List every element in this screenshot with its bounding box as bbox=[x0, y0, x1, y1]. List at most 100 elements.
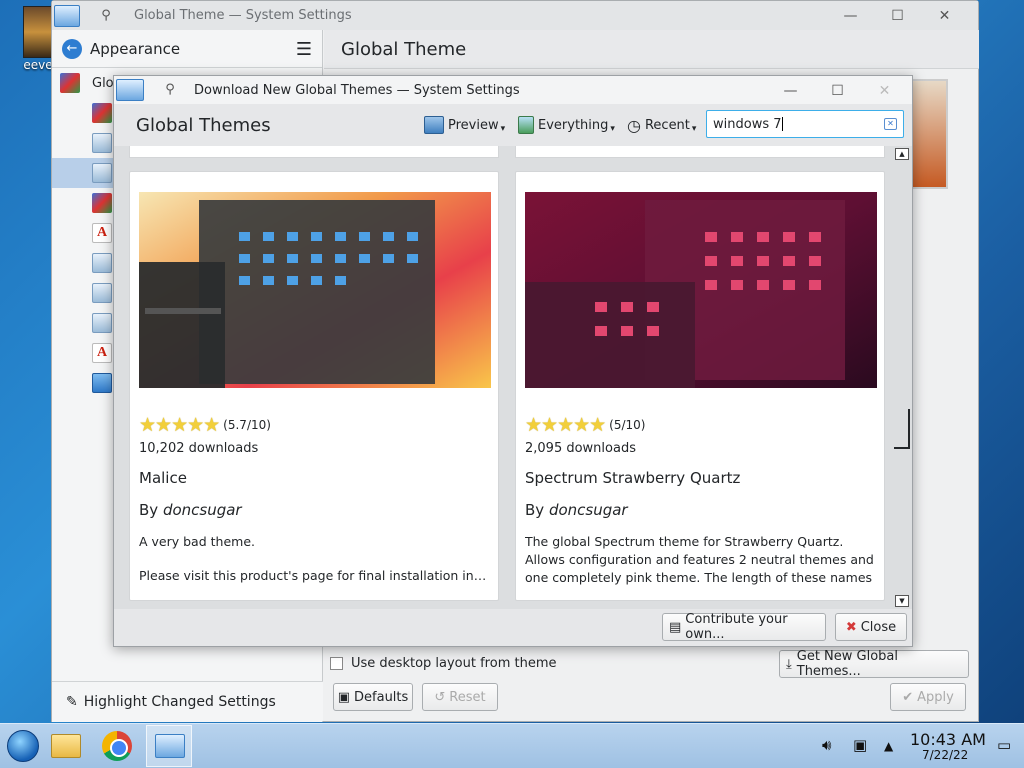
contribute-icon: ▤ bbox=[669, 619, 682, 635]
spectrum-screenshot[interactable] bbox=[525, 192, 877, 388]
get-new-themes-button[interactable]: ⤓ Get New Global Themes... bbox=[779, 649, 969, 679]
use-desktop-layout-checkbox[interactable]: Use desktop layout from theme bbox=[330, 656, 556, 671]
system-settings-icon bbox=[155, 734, 185, 758]
defaults-button[interactable]: ▣ Defaults bbox=[333, 683, 413, 711]
star-icon: ★★★★★ bbox=[525, 414, 606, 436]
reset-button[interactable]: ↺ Reset bbox=[422, 683, 498, 711]
eeve-icon bbox=[23, 6, 53, 58]
taskbar: 🔊︎ ▣ ▲ ▭ bbox=[0, 723, 1024, 768]
recent-dropdown[interactable]: ◷ Recent ▾ bbox=[627, 104, 696, 146]
scrollbar-handle[interactable] bbox=[894, 409, 910, 449]
highlight-changed-label: Highlight Changed Settings bbox=[83, 693, 276, 710]
malice-screenshot[interactable] bbox=[139, 192, 491, 388]
start-button[interactable] bbox=[0, 725, 46, 767]
checkbox-box[interactable] bbox=[330, 657, 343, 670]
rating: ★★★★★ (5.7/10) bbox=[139, 414, 271, 436]
highlight-changed-settings-button[interactable]: ✎ Highlight Changed Settings bbox=[52, 681, 323, 721]
dialog-title: Download New Global Themes — System Sett… bbox=[194, 82, 520, 98]
settings-icon bbox=[92, 313, 112, 333]
rating: ★★★★★ (5/10) bbox=[525, 414, 645, 436]
network-icon[interactable]: ▣ bbox=[853, 736, 867, 754]
search-value: windows 7 bbox=[713, 116, 782, 132]
show-desktop-icon[interactable]: ▭ bbox=[997, 736, 1011, 754]
by-label: By bbox=[139, 501, 163, 519]
chevron-down-icon: ▾ bbox=[500, 124, 506, 134]
theme-name[interactable]: Malice bbox=[139, 469, 187, 487]
main-window-title: Global Theme — System Settings bbox=[134, 8, 352, 23]
hamburger-menu-icon[interactable]: ☰ bbox=[296, 39, 312, 60]
settings-icon bbox=[92, 163, 112, 183]
dialog-close-footer-button[interactable]: ✖ Close bbox=[835, 613, 907, 641]
page-title: Global Theme bbox=[341, 39, 467, 60]
everything-dropdown[interactable]: Everything ▾ bbox=[518, 104, 615, 146]
scroll-down-arrow-icon[interactable]: ▼ bbox=[895, 595, 909, 607]
star-icon: ★★★★★ bbox=[139, 414, 220, 436]
dialog-minimize-button[interactable]: — bbox=[767, 83, 814, 99]
settings-icon bbox=[92, 253, 112, 273]
theme-description: The global Spectrum theme for Strawberry… bbox=[525, 534, 874, 585]
theme-description-more: Please visit this product's page for fin… bbox=[139, 568, 491, 583]
reset-label: Reset bbox=[449, 689, 486, 705]
style-icon bbox=[92, 193, 112, 213]
windows-logo-icon bbox=[7, 730, 39, 762]
get-new-themes-label: Get New Global Themes... bbox=[796, 649, 899, 679]
sidebar-header: ← Appearance ☰ bbox=[52, 30, 322, 68]
contribute-label: Contribute your own... bbox=[685, 612, 788, 642]
search-input[interactable]: windows 7 ✕ bbox=[706, 110, 904, 138]
system-settings-icon[interactable] bbox=[116, 79, 144, 101]
use-desktop-layout-label: Use desktop layout from theme bbox=[351, 656, 557, 671]
preview-label: Preview bbox=[448, 117, 499, 133]
defaults-icon: ▣ bbox=[337, 689, 351, 705]
theme-list[interactable]: ★★★★★ (5.7/10) 10,202 downloads Malice B… bbox=[114, 146, 912, 609]
filter-icon bbox=[518, 116, 534, 134]
volume-icon[interactable]: 🔊︎ bbox=[822, 736, 831, 754]
clear-search-icon[interactable]: ✕ bbox=[884, 118, 897, 130]
preview-icon bbox=[424, 116, 444, 134]
close-label: Close bbox=[860, 619, 897, 635]
system-settings-icon bbox=[92, 373, 112, 393]
fonts-icon: A bbox=[92, 223, 112, 243]
system-settings-icon[interactable] bbox=[54, 4, 80, 27]
pin-icon[interactable]: ⚲ bbox=[162, 82, 178, 98]
pin-icon[interactable]: ⚲ bbox=[98, 8, 114, 24]
chrome-icon bbox=[102, 731, 132, 761]
preview-dropdown[interactable]: Preview ▾ bbox=[424, 104, 505, 146]
back-arrow-icon[interactable]: ← bbox=[62, 38, 82, 59]
defaults-label: Defaults bbox=[354, 689, 409, 705]
theme-card-spectrum-strawberry-quartz[interactable]: ★★★★★ (5/10) 2,095 downloads Spectrum St… bbox=[515, 171, 885, 601]
dialog-maximize-button[interactable]: ☐ bbox=[814, 83, 861, 99]
author-name[interactable]: doncsugar bbox=[549, 501, 628, 519]
by-label: By bbox=[525, 501, 549, 519]
maximize-button[interactable]: ☐ bbox=[874, 8, 921, 24]
vertical-scrollbar[interactable]: ▲ ▼ bbox=[893, 146, 911, 609]
text-cursor bbox=[781, 117, 783, 131]
folder-icon bbox=[51, 734, 81, 758]
settings-icon bbox=[92, 133, 112, 153]
global-theme-icon bbox=[60, 73, 80, 93]
clock-time[interactable]: 10:43 AM bbox=[910, 730, 986, 749]
author-name[interactable]: doncsugar bbox=[163, 501, 242, 519]
chrome-button[interactable] bbox=[94, 725, 140, 767]
reset-icon: ↺ bbox=[434, 689, 446, 705]
download-themes-dialog: ⚲ Download New Global Themes — System Se… bbox=[113, 75, 913, 647]
file-manager-button[interactable] bbox=[43, 725, 89, 767]
apply-button[interactable]: ✔ Apply bbox=[890, 683, 966, 711]
rating-text: (5/10) bbox=[609, 418, 646, 432]
rating-text: (5.7/10) bbox=[223, 418, 271, 432]
close-button[interactable]: ✕ bbox=[921, 8, 968, 24]
dialog-titlebar[interactable]: ⚲ Download New Global Themes — System Se… bbox=[114, 76, 912, 104]
apply-icon: ✔ bbox=[902, 689, 914, 705]
minimize-button[interactable]: — bbox=[827, 8, 874, 24]
clock-icon: ◷ bbox=[627, 115, 641, 135]
main-titlebar[interactable]: ⚲ Global Theme — System Settings — ☐ ✕ bbox=[52, 1, 978, 30]
theme-card-malice[interactable]: ★★★★★ (5.7/10) 10,202 downloads Malice B… bbox=[129, 171, 499, 601]
theme-name[interactable]: Spectrum Strawberry Quartz bbox=[525, 469, 740, 487]
scroll-up-arrow-icon[interactable]: ▲ bbox=[895, 148, 909, 160]
recent-label: Recent bbox=[644, 117, 690, 133]
clock-date[interactable]: 7/22/22 bbox=[922, 748, 968, 762]
download-icon: ⤓ bbox=[786, 656, 792, 672]
tray-expand-icon[interactable]: ▲ bbox=[884, 739, 893, 753]
system-settings-taskbar-button[interactable] bbox=[146, 725, 192, 767]
contribute-button[interactable]: ▤ Contribute your own... bbox=[662, 612, 826, 642]
dialog-close-button[interactable]: ✕ bbox=[861, 83, 908, 99]
